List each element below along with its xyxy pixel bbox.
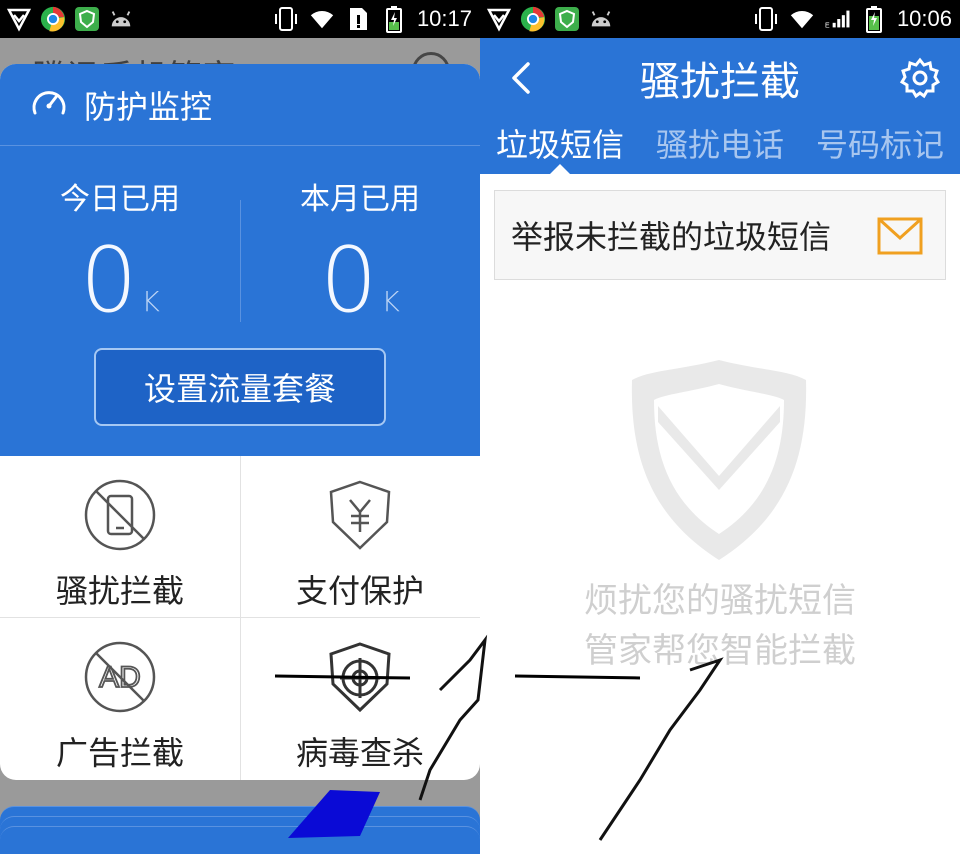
month-usage: 本月已用 0K — [240, 174, 480, 357]
android-icon — [588, 6, 614, 32]
month-usage-unit: K — [381, 285, 400, 318]
tab-harassment-calls[interactable]: 骚扰电话 — [640, 118, 800, 174]
battery-charging-icon — [381, 6, 407, 33]
vibrate-icon — [753, 6, 779, 32]
shield-check-icon — [486, 6, 512, 32]
protection-monitor-popup: 防护监控 今日已用 0K 本月已用 0K 设置流量套餐 骚扰拦截 支付保护 广告… — [0, 64, 480, 780]
popup-header: 防护监控 — [0, 64, 480, 146]
month-usage-value: 0 — [320, 228, 378, 333]
feature-ad-block[interactable]: AD 广告拦截 — [0, 618, 240, 780]
mail-envelope-icon — [877, 217, 923, 255]
yuan-shield-icon — [323, 478, 397, 556]
wifi-icon — [309, 6, 335, 32]
android-icon — [108, 6, 134, 32]
today-usage-value: 0 — [80, 228, 138, 333]
right-screen: 骚扰拦截 垃圾短信 骚扰电话 号码标记 举报未拦截的垃圾短信 烦扰您的骚扰短信 — [480, 38, 960, 854]
feature-payment-protect[interactable]: 支付保护 — [240, 456, 480, 618]
status-bar-right: E 10:06 — [480, 0, 960, 38]
gear-icon[interactable] — [898, 56, 942, 100]
sim-alert-icon — [345, 6, 371, 32]
target-shield-icon — [323, 640, 397, 718]
report-spam-label: 举报未拦截的垃圾短信 — [511, 218, 832, 256]
background-cards — [0, 806, 480, 854]
set-data-plan-button[interactable]: 设置流量套餐 — [94, 348, 386, 426]
tab-bar: 垃圾短信 骚扰电话 号码标记 — [480, 118, 960, 174]
app-shield-icon — [554, 6, 580, 32]
popup-title: 防护监控 — [84, 87, 213, 126]
data-usage-panel: 今日已用 0K 本月已用 0K 设置流量套餐 — [0, 146, 480, 456]
feature-label: 广告拦截 — [55, 734, 184, 772]
month-usage-label: 本月已用 — [300, 182, 420, 217]
speedometer-icon — [30, 84, 68, 126]
active-tab-indicator — [550, 164, 570, 174]
vibrate-icon — [273, 6, 299, 32]
battery-charging-icon — [861, 6, 887, 33]
no-phone-icon — [83, 478, 157, 556]
empty-state-line-2: 管家帮您智能拦截 — [584, 631, 856, 671]
tab-number-marking[interactable]: 号码标记 — [800, 118, 960, 174]
left-screen: 腾讯手机管家 防护监控 今日已用 0K 本月已用 0K 设置流量套餐 — [0, 38, 480, 854]
page-title: 骚扰拦截 — [640, 59, 800, 105]
no-ad-icon: AD — [83, 640, 157, 718]
shield-logo-watermark-icon — [628, 356, 810, 564]
feature-grid: 骚扰拦截 支付保护 AD 广告拦截 病毒查杀 — [0, 456, 480, 780]
app-shield-icon — [74, 6, 100, 32]
chrome-icon — [520, 6, 546, 32]
clock-time: 10:17 — [416, 6, 472, 31]
feature-label: 病毒查杀 — [295, 734, 424, 772]
today-usage-value-row: 0K — [0, 226, 240, 357]
status-bar-left: 10:17 — [0, 0, 480, 38]
clock-time: 10:06 — [896, 6, 952, 31]
empty-state-line-1: 烦扰您的骚扰短信 — [584, 581, 856, 621]
svg-text:E: E — [825, 22, 830, 29]
app-bar: 骚扰拦截 — [480, 38, 960, 118]
feature-harassment-block[interactable]: 骚扰拦截 — [0, 456, 240, 618]
wifi-icon — [789, 6, 815, 32]
shield-check-icon — [6, 6, 32, 32]
month-usage-value-row: 0K — [240, 226, 480, 357]
chrome-icon — [40, 6, 66, 32]
feature-virus-scan[interactable]: 病毒查杀 — [240, 618, 480, 780]
feature-label: 骚扰拦截 — [55, 572, 184, 610]
today-usage: 今日已用 0K — [0, 174, 240, 357]
today-usage-unit: K — [141, 285, 160, 318]
feature-label: 支付保护 — [295, 572, 424, 610]
report-spam-button[interactable]: 举报未拦截的垃圾短信 — [494, 190, 946, 280]
today-usage-label: 今日已用 — [60, 182, 180, 217]
signal-icon: E — [825, 6, 851, 32]
